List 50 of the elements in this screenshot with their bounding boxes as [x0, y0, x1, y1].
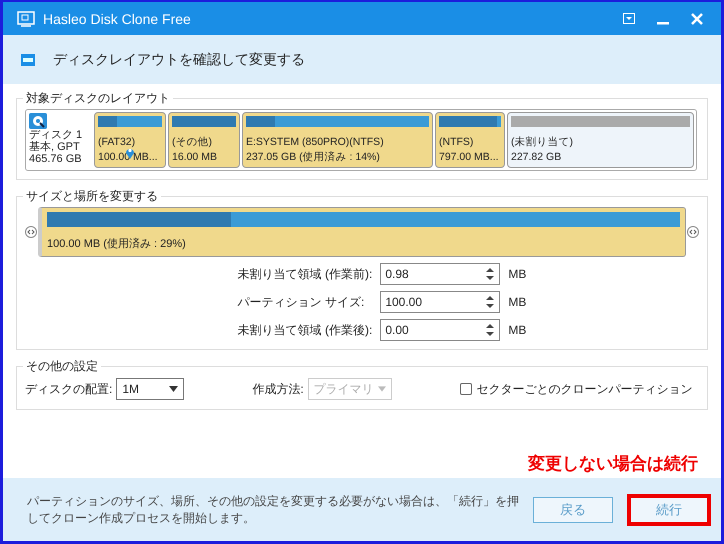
partition-block[interactable]: E:SYSTEM (850PRO)(NTFS) 237.05 GB (使用済み : 14%)	[242, 112, 433, 168]
partition-label: (その他)	[172, 135, 213, 150]
close-icon[interactable]	[691, 12, 703, 24]
unallocated-block[interactable]: (未割り当て) 227.82 GB	[507, 112, 694, 168]
checkbox[interactable]	[460, 383, 472, 395]
resize-handle-icon[interactable]	[25, 226, 37, 238]
disk-layout-icon	[21, 54, 35, 66]
partition-label: (FAT32)	[98, 135, 136, 150]
disk-detail: 465.76 GB	[29, 153, 83, 165]
resize-handle-icon[interactable]	[687, 226, 699, 238]
field-label: ディスクの配置:	[25, 380, 112, 398]
partition-block[interactable]: (その他) 16.00 MB	[168, 112, 240, 168]
disk-detail: ディスク 1	[29, 129, 84, 141]
number-field[interactable]: 0.98	[380, 263, 500, 285]
app-icon	[17, 10, 35, 26]
window-title: Hasleo Disk Clone Free	[43, 10, 192, 26]
spinner-arrows-icon[interactable]	[485, 267, 496, 281]
field-label: 作成方法:	[252, 380, 304, 398]
group-title: 対象ディスクのレイアウト	[23, 90, 173, 107]
group-title: サイズと場所を変更する	[23, 188, 161, 205]
field-label: 未割り当て領域 (作業前):	[238, 266, 372, 282]
partition-size: 797.00 MB...	[439, 150, 500, 165]
field-label: パーティション サイズ:	[238, 294, 366, 310]
partition-size: 100.00 MB (使用済み : 29%)	[47, 236, 187, 251]
alignment-dropdown[interactable]: 1M	[116, 378, 184, 400]
instruction-text: パーティションのサイズ、場所、その他の設定を変更する必要がない場合は、「続行」を押してクローン作成プロセスを開始します。	[27, 492, 520, 526]
unit-label: MB	[508, 267, 526, 281]
partition-size: 227.82 GB	[511, 150, 562, 165]
disk-info[interactable]: ディスク 1 基本, GPT 465.76 GB	[28, 112, 92, 168]
unit-label: MB	[508, 295, 526, 309]
number-field[interactable]: 0.00	[380, 319, 500, 341]
partition-label: E:SYSTEM (850PRO)(NTFS)	[246, 135, 385, 150]
partition-block[interactable]: (NTFS) 797.00 MB...	[435, 112, 505, 168]
dropdown-menu-icon[interactable]	[623, 13, 635, 24]
number-field[interactable]: 100.00	[380, 291, 500, 313]
page-heading: ディスクレイアウトを確認して変更する	[53, 50, 305, 68]
unit-label: MB	[508, 323, 526, 337]
disk-detail: 基本, GPT	[29, 141, 81, 153]
partition-label: (NTFS)	[439, 135, 474, 150]
spinner-arrows-icon[interactable]	[485, 323, 496, 337]
dropdown-arrow-icon[interactable]	[169, 386, 178, 392]
spinner-arrows-icon[interactable]	[485, 295, 496, 309]
partition-label: (未割り当て)	[511, 135, 574, 150]
checkbox-label: セクターごとのクローンパーティション	[476, 380, 693, 398]
partition-size: 16.00 MB	[172, 150, 218, 165]
partition-resize-block[interactable]: 100.00 MB (使用済み : 29%)	[38, 207, 686, 257]
group-title: その他の設定	[23, 358, 101, 375]
field-label: 未割り当て領域 (作業後):	[238, 322, 372, 338]
annotation-text: 変更しない場合は続行	[527, 453, 699, 475]
partition-size: 237.05 GB (使用済み : 14%)	[246, 150, 381, 165]
